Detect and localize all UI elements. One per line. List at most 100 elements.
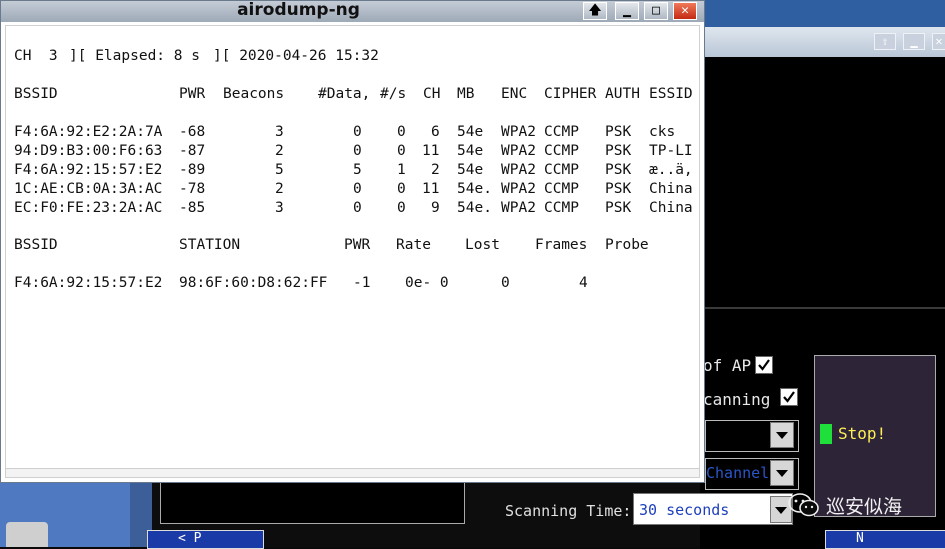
status-channel: CH 3 <box>14 48 58 64</box>
ap-channel: 6 <box>431 124 440 140</box>
ap-channel: 2 <box>431 162 440 178</box>
chevron-down-icon[interactable] <box>770 460 794 486</box>
option-ap-checkbox[interactable] <box>755 356 773 374</box>
station-header-frames: Frames <box>535 237 588 253</box>
ap-mb: 54e <box>457 162 484 178</box>
checkmark-icon <box>783 391 795 403</box>
station-mac: 98:6F:60:D8:62:FF <box>179 275 328 291</box>
ap-bssid: 1C:AE:CB:0A:3A:AC <box>14 181 163 197</box>
ap-mb: 54e. <box>457 181 492 197</box>
terminal-output[interactable]: CH 3 ][ Elapsed: 8 s ][ 2020-04-26 15:32… <box>5 25 700 478</box>
previous-button[interactable]: < P <box>147 530 264 549</box>
ap-header-cipher: CIPHER <box>544 86 597 102</box>
horizontal-scrollbar[interactable] <box>6 468 699 477</box>
ap-auth: PSK <box>605 143 632 159</box>
ap-bssid: F4:6A:92:15:57:E2 <box>14 162 163 178</box>
ap-per-second: 0 <box>397 200 406 216</box>
airodump-titlebar[interactable]: airodump-ng 🡅 ▁ □ ✕ <box>1 0 704 22</box>
ap-per-second: 0 <box>397 181 406 197</box>
ap-cipher: CCMP <box>544 124 579 140</box>
ap-auth: PSK <box>605 181 632 197</box>
station-header-pwr: PWR <box>344 237 371 253</box>
ap-beacons: 3 <box>275 124 284 140</box>
bg-maximize-icon[interactable]: ⇧ <box>874 33 896 50</box>
station-frames: 4 <box>579 275 588 291</box>
ap-enc: WPA2 <box>501 162 536 178</box>
ap-pwr: -89 <box>179 162 206 178</box>
log-box <box>160 482 465 524</box>
ap-header-bssid: BSSID <box>14 86 58 102</box>
bg-minimize-icon[interactable]: ▁ <box>903 33 925 50</box>
airodump-window[interactable]: airodump-ng 🡅 ▁ □ ✕ CH 3 ][ Elapsed: 8 s… <box>0 0 705 483</box>
ap-essid: China <box>649 200 693 216</box>
ap-beacons: 2 <box>275 181 284 197</box>
ap-auth: PSK <box>605 162 632 178</box>
ap-cipher: CCMP <box>544 143 579 159</box>
status-elapsed: ][ Elapsed: 8 s <box>69 48 200 64</box>
ap-header-beacons: Beacons <box>223 86 285 102</box>
option-label-ap: of AP <box>703 356 752 375</box>
ap-channel: 9 <box>431 200 440 216</box>
station-header-rate: Rate <box>396 237 431 253</box>
station-header-station: STATION <box>179 237 241 253</box>
ap-header-mb: MB <box>457 86 475 102</box>
minimize-icon[interactable]: ▁ <box>615 2 639 20</box>
ap-essid: cks <box>649 124 676 140</box>
bg-close-icon[interactable]: ✕ <box>932 33 945 50</box>
window-title: airodump-ng <box>237 0 360 20</box>
ap-channel: 11 <box>422 181 440 197</box>
channel-select-value: Channel <box>706 464 770 482</box>
ap-header-rate: #/s <box>380 86 407 102</box>
watermark-text: 巡安似海 <box>826 495 903 518</box>
wechat-icon <box>788 493 819 517</box>
status-led-icon <box>820 424 832 444</box>
ap-data: 0 <box>353 181 362 197</box>
ap-per-second: 1 <box>397 162 406 178</box>
station-rate: 0e- 0 <box>405 275 449 291</box>
ap-bssid: F4:6A:92:E2:2A:7A <box>14 124 163 140</box>
ap-header-auth: AUTH <box>605 86 640 102</box>
ap-cipher: CCMP <box>544 200 579 216</box>
ap-enc: WPA2 <box>501 200 536 216</box>
stop-button[interactable]: Stop! <box>838 424 886 443</box>
ap-mb: 54e <box>457 143 484 159</box>
maximize-icon[interactable]: □ <box>644 2 668 20</box>
ap-header-enc: ENC <box>501 86 528 102</box>
ap-channel: 11 <box>422 143 440 159</box>
close-icon[interactable]: ✕ <box>673 2 697 20</box>
ap-enc: WPA2 <box>501 181 536 197</box>
station-header-bssid: BSSID <box>14 237 58 253</box>
ap-beacons: 5 <box>275 162 284 178</box>
raise-icon[interactable]: 🡅 <box>583 2 607 20</box>
scanning-time-label: Scanning Time: <box>505 502 632 520</box>
background-window-titlebar[interactable]: ⇧ ▁ ✕ <box>700 27 945 58</box>
ap-essid: TP-LI <box>649 143 693 159</box>
ap-enc: WPA2 <box>501 143 536 159</box>
ap-header-ch: CH <box>423 86 441 102</box>
ap-data: 0 <box>353 200 362 216</box>
ap-beacons: 2 <box>275 143 284 159</box>
ap-data: 5 <box>353 162 362 178</box>
ap-bssid: EC:F0:FE:23:2A:AC <box>14 200 163 216</box>
scanning-time-value: 30 seconds <box>639 501 730 519</box>
option-label-scanning: canning <box>703 390 771 409</box>
ap-pwr: -87 <box>179 143 206 159</box>
ap-enc: WPA2 <box>501 124 536 140</box>
ap-data: 0 <box>353 143 362 159</box>
status-datetime: ][ 2020-04-26 15:32 <box>213 48 379 64</box>
ap-mb: 54e <box>457 124 484 140</box>
ap-pwr: -85 <box>179 200 206 216</box>
ap-pwr: -78 <box>179 181 206 197</box>
desktop-top-strip <box>700 0 945 27</box>
next-button[interactable]: N <box>825 530 945 549</box>
ap-auth: PSK <box>605 200 632 216</box>
desktop-app-icon[interactable] <box>6 522 48 547</box>
option-scanning-checkbox[interactable] <box>780 388 798 406</box>
ap-cipher: CCMP <box>544 162 579 178</box>
chevron-down-icon[interactable] <box>770 422 794 448</box>
ap-header-pwr: PWR <box>179 86 206 102</box>
ap-header-essid: ESSID <box>649 86 693 102</box>
checkmark-icon <box>758 359 770 371</box>
ap-header-data: #Data, <box>318 86 371 102</box>
ap-per-second: 0 <box>397 124 406 140</box>
